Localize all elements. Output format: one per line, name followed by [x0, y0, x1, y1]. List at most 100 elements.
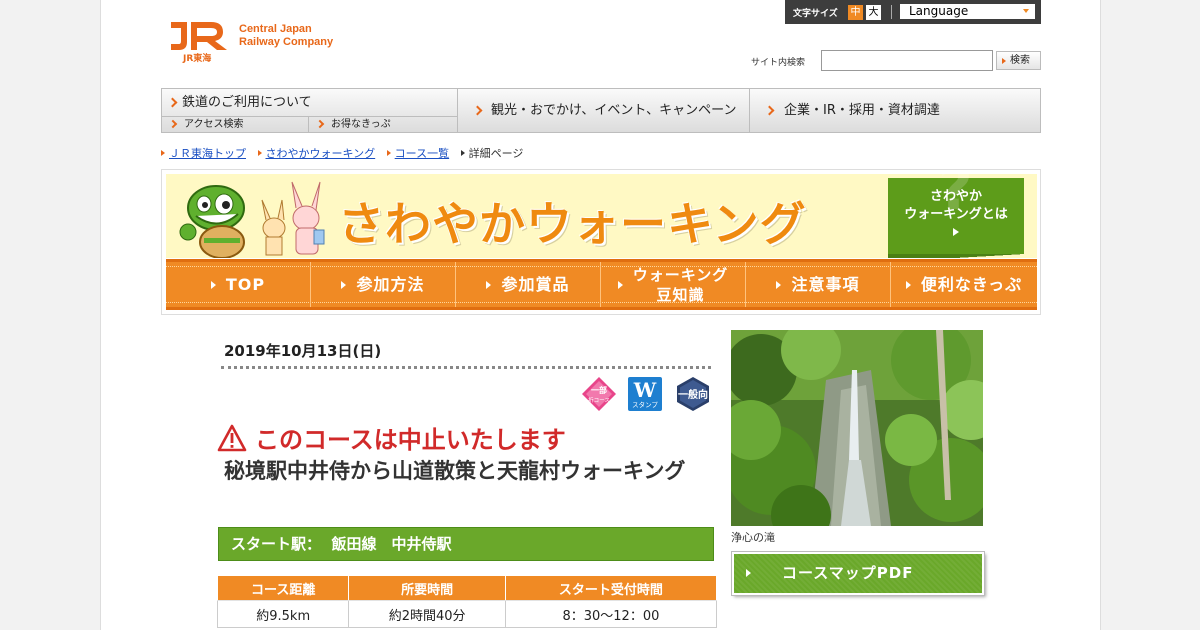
font-size-medium-button[interactable]: 中 [848, 5, 863, 20]
walking-subnav: TOP 参加方法 参加賞品 ウォーキング 豆知識 注意事項 便利なきっぷ [166, 259, 1037, 310]
partial-course-badge-icon: 一部 折コース [582, 377, 616, 411]
walking-banner: さわやかウォーキング ? さわやか ウォーキングとは TOP 参加方法 参加賞品… [161, 169, 1041, 315]
about-walking-button[interactable]: ? さわやか ウォーキングとは [888, 174, 1024, 258]
triangle-right-icon [486, 280, 492, 289]
w-stamp-badge-icon: W スタンプ [628, 377, 662, 411]
subnav-notes-label: 注意事項 [791, 274, 860, 294]
general-audience-badge-icon: 一般向 [677, 377, 709, 411]
triangle-right-icon [341, 280, 347, 289]
nav-corporate[interactable]: 企業・IR・採用・資材調達 [750, 89, 1040, 132]
cancellation-text: このコースは中止いたします [255, 426, 566, 454]
nav-discount-tickets-label: お得なきっぷ [331, 119, 391, 130]
subnav-how-to-join[interactable]: 参加方法 [311, 262, 456, 307]
photo-caption: 浄心の滝 [731, 531, 775, 544]
nav-corporate-label: 企業・IR・採用・資材調達 [784, 103, 940, 118]
font-size-label: 文字サイズ [793, 9, 838, 19]
start-station-bar: スタート駅： 飯田線 中井侍駅 [218, 527, 727, 561]
table-cell-distance: 約9.5km [216, 600, 350, 628]
course-info-table: コース距離 所要時間 スタート受付時間 約9.5km 約2時間40分 8：30～… [216, 575, 718, 628]
breadcrumb-current-label: 詳細ページ [468, 147, 524, 160]
breadcrumb-link-jr-top[interactable]: ＪＲ東海トップ [169, 147, 246, 160]
table-header-reception: スタート受付時間 [504, 575, 718, 601]
ribbon-notch [888, 254, 1024, 258]
divider [891, 5, 892, 19]
subnav-prizes[interactable]: 参加賞品 [456, 262, 601, 307]
waterfall-photo [731, 330, 983, 526]
nav-access-search[interactable]: アクセス検索 [162, 117, 309, 132]
company-name-line2: Railway Company [239, 36, 334, 48]
logo-subtitle: JR東海 [183, 54, 212, 64]
table-header-distance: コース距離 [216, 575, 350, 601]
svg-text:折コース: 折コース [588, 396, 610, 404]
question-mark-icon: ? [938, 174, 973, 224]
triangle-right-icon [746, 569, 751, 577]
table-header-row: コース距離 所要時間 スタート受付時間 [216, 575, 718, 601]
utility-bar: 文字サイズ 中 大 Language [785, 0, 1041, 24]
triangle-right-icon [953, 228, 959, 236]
course-date: 2019年10月13日(日) [224, 342, 382, 360]
nav-rail-usage-label: 鉄道のご利用について [182, 95, 312, 110]
svg-text:スタンプ: スタンプ [632, 400, 658, 409]
search-button[interactable]: 検索 [996, 51, 1041, 70]
chevron-down-icon [1023, 9, 1029, 13]
table-header-duration: 所要時間 [348, 575, 506, 601]
triangle-icon [161, 150, 165, 156]
breadcrumb-link-course-list[interactable]: コース一覧 [395, 147, 449, 160]
course-map-pdf-button[interactable]: コースマップPDF [732, 552, 984, 595]
triangle-right-icon [210, 280, 216, 289]
nav-travel-events-label: 観光・おでかけ、イベント、キャンペーン [491, 103, 737, 118]
breadcrumb-current: 詳細ページ [460, 146, 532, 162]
cancellation-notice: このコースは中止いたします [217, 424, 566, 455]
triangle-right-icon [905, 280, 911, 289]
banner-header: さわやかウォーキング ? さわやか ウォーキングとは [166, 174, 1037, 258]
svg-text:W: W [633, 378, 657, 402]
font-size-large-button[interactable]: 大 [866, 5, 881, 20]
banner-title: さわやかウォーキング [338, 197, 807, 251]
jr-central-logo[interactable]: JR東海 Central Japan Railway Company [165, 16, 355, 64]
company-name-line1: Central Japan [239, 23, 312, 35]
language-select[interactable]: Language [900, 4, 1035, 19]
course-badges: 一部 折コース W スタンプ 一般向 [581, 376, 711, 412]
mascot-illustration-icon [179, 181, 325, 258]
subnav-tickets-label: 便利なきっぷ [920, 274, 1023, 294]
triangle-icon [257, 150, 262, 156]
language-select-label: Language [909, 4, 969, 18]
breadcrumb-item[interactable]: コース一覧 [386, 146, 449, 162]
nav-access-search-label: アクセス検索 [184, 119, 244, 130]
site-search-input[interactable] [821, 50, 993, 71]
page: JR東海 Central Japan Railway Company 文字サイズ… [100, 0, 1101, 630]
subnav-prizes-label: 参加賞品 [501, 274, 570, 294]
warning-icon [217, 424, 247, 452]
subnav-how-to-join-label: 参加方法 [356, 274, 425, 294]
svg-text:一般向: 一般向 [678, 388, 708, 401]
table-cell-duration: 約2時間40分 [348, 600, 506, 628]
breadcrumb-link-walking[interactable]: さわやかウォーキング [266, 147, 376, 160]
chevron-right-icon [315, 119, 325, 129]
chevron-right-icon [472, 105, 483, 116]
triangle-icon [386, 150, 391, 156]
table-row: 約9.5km 約2時間40分 8：30～12：00 [216, 600, 718, 628]
svg-text:一部: 一部 [591, 385, 607, 395]
breadcrumb-item[interactable]: さわやかウォーキング [257, 146, 376, 162]
nav-travel-events[interactable]: 観光・おでかけ、イベント、キャンペーン [458, 89, 750, 132]
breadcrumb-item[interactable]: ＪＲ東海トップ [161, 146, 246, 162]
triangle-icon [460, 150, 465, 156]
subnav-walking-tips-label: ウォーキング 豆知識 [632, 265, 729, 304]
chevron-right-icon [167, 97, 178, 108]
subnav-notes[interactable]: 注意事項 [746, 262, 891, 307]
subnav-walking-tips[interactable]: ウォーキング 豆知識 [601, 262, 746, 307]
nav-discount-tickets[interactable]: お得なきっぷ [309, 117, 458, 132]
table-cell-reception: 8：30～12：00 [504, 600, 718, 628]
subnav-top[interactable]: TOP [166, 262, 311, 307]
breadcrumb: ＪＲ東海トップ さわやかウォーキング コース一覧 詳細ページ [161, 146, 539, 162]
course-title: 秘境駅中井侍から山道散策と天龍村ウォーキング [224, 459, 686, 483]
company-name: Central Japan Railway Company [239, 23, 333, 49]
global-nav: 鉄道のご利用について アクセス検索 お得なきっぷ 観光・おでかけ、イベント、キャ… [161, 88, 1041, 133]
chevron-right-icon [168, 119, 178, 129]
course-map-pdf-label: コースマップPDF [782, 564, 914, 582]
nav-rail-usage[interactable]: 鉄道のご利用について [162, 89, 458, 117]
subnav-tickets[interactable]: 便利なきっぷ [891, 262, 1037, 307]
site-search-label: サイト内検索 [751, 58, 806, 68]
triangle-right-icon [776, 280, 782, 289]
chevron-right-icon [764, 105, 775, 116]
